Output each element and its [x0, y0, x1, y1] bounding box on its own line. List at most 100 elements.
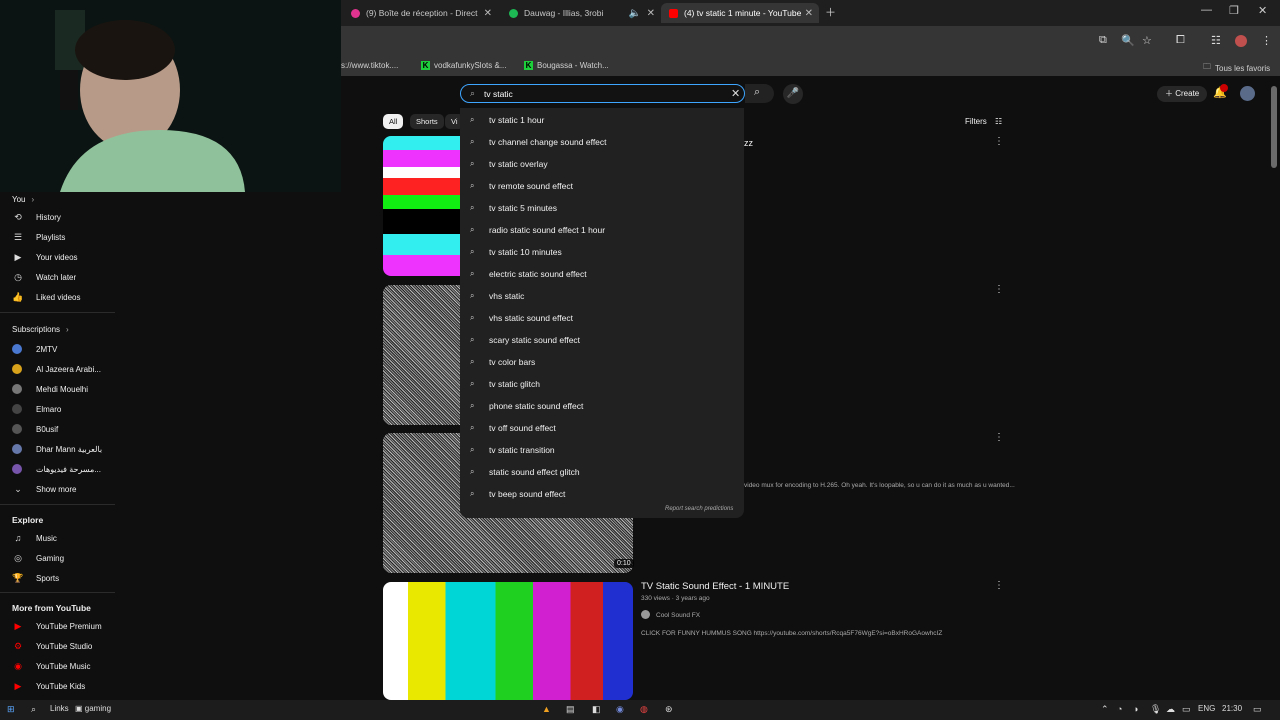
suggestion-item[interactable]: ⌕ vhs static — [470, 289, 524, 303]
clear-search-icon[interactable]: ✕ — [731, 87, 740, 100]
subscription-item[interactable]: مسرحة فيديوهات... — [12, 462, 101, 476]
speaker-icon[interactable]: 🔈 — [629, 8, 641, 19]
sidebar-item-premium[interactable]: ▶ YouTube Premium — [12, 619, 102, 633]
scrollbar[interactable] — [1271, 86, 1277, 168]
suggestion-item[interactable]: ⌕ tv static 5 minutes — [470, 201, 557, 215]
bookmark-item[interactable]: K vodkafunkySlots &... — [421, 61, 506, 70]
mic-icon[interactable]: 🎙 — [1150, 704, 1161, 715]
suggestion-item[interactable]: ⌕ tv channel change sound effect — [470, 135, 607, 149]
sidebar-item-sports[interactable]: 🏆 Sports — [12, 571, 59, 585]
more-options-icon[interactable]: ⋮ — [994, 580, 1004, 591]
all-bookmarks-folder[interactable]: 🗀 Tous les favoris — [1203, 61, 1270, 75]
restore-icon[interactable]: ❐ — [1229, 4, 1239, 17]
profile-avatar[interactable] — [1235, 35, 1247, 47]
tab-youtube[interactable]: (4) tv static 1 minute - YouTube ✕ — [661, 3, 819, 23]
close-tab-icon[interactable]: ✕ — [647, 8, 655, 19]
subscription-item[interactable]: 2MTV — [12, 342, 57, 356]
suggestion-item[interactable]: ⌕ scary static sound effect — [470, 333, 580, 347]
sidebar-item-studio[interactable]: ⚙ YouTube Studio — [12, 639, 92, 653]
video-thumbnail[interactable] — [383, 285, 461, 425]
chrome-icon[interactable]: ◍ — [640, 704, 648, 715]
search-icon[interactable]: ⌕ — [31, 704, 36, 715]
subscription-item[interactable]: Mehdi Mouelhi — [12, 382, 88, 396]
search-input[interactable]: ⌕ tv static ✕ — [460, 84, 745, 103]
tray-icon[interactable]: ◑ — [1133, 704, 1138, 714]
close-tab-icon[interactable]: ✕ — [805, 8, 813, 19]
report-predictions-link[interactable]: Report search predictions — [665, 506, 733, 512]
sidebar-item-gaming[interactable]: ◎ Gaming — [12, 551, 64, 565]
channel-avatar[interactable] — [641, 610, 650, 619]
tray-icon[interactable]: ◔ — [1117, 704, 1122, 714]
suggestion-item[interactable]: ⌕ tv remote sound effect — [470, 179, 573, 193]
network-icon[interactable]: ▭ — [1182, 704, 1191, 715]
filters-button[interactable]: Filters ☷ — [965, 117, 1002, 126]
close-window-icon[interactable]: ✕ — [1258, 4, 1267, 17]
sidebar-item-music-app[interactable]: ◉ YouTube Music — [12, 659, 91, 673]
suggestion-item[interactable]: ⌕ tv static 1 hour — [470, 113, 544, 127]
suggestion-item[interactable]: ⌕ tv off sound effect — [470, 421, 556, 435]
extensions-icon[interactable]: ⧠ — [1176, 34, 1185, 47]
video-title[interactable]: zz — [744, 138, 753, 148]
subscription-item[interactable]: Elmaro — [12, 402, 61, 416]
language-indicator[interactable]: ENG — [1198, 704, 1215, 713]
subscription-item[interactable]: Al Jazeera Arabi... — [12, 362, 101, 376]
taskbar-search-label[interactable]: Links — [50, 704, 69, 713]
more-options-icon[interactable]: ⋮ — [994, 136, 1004, 147]
zoom-icon[interactable]: 🔍 — [1121, 34, 1135, 47]
subscription-item[interactable]: Dhar Mann بالعربية — [12, 442, 102, 456]
channel-name[interactable]: Cool Sound FX — [656, 612, 700, 619]
file-explorer-icon[interactable]: ▤ — [566, 704, 575, 715]
tab-music[interactable]: Dauwag - Illias, 3robi 🔈 ✕ — [501, 3, 661, 23]
discord-icon[interactable]: ◉ — [616, 704, 624, 715]
clock[interactable]: 21:30 — [1222, 704, 1242, 713]
close-tab-icon[interactable]: ✕ — [484, 8, 492, 19]
suggestion-item[interactable]: ⌕ vhs static sound effect — [470, 311, 573, 325]
sidebar-item-your-videos[interactable]: ▶ Your videos — [12, 250, 78, 264]
suggestion-item[interactable]: ⌕ tv color bars — [470, 355, 535, 369]
sidebar-item-watch-later[interactable]: ◷ Watch later — [12, 270, 76, 284]
video-thumbnail[interactable] — [383, 136, 461, 276]
new-tab-icon[interactable]: ＋ — [825, 4, 836, 20]
taskbar-gaming-app[interactable]: ▣ gaming — [75, 704, 111, 713]
sidebar-item-kids[interactable]: ▶ YouTube Kids — [12, 679, 86, 693]
tab-inbox[interactable]: (9) Boîte de réception - Direct ✕ — [343, 3, 498, 23]
suggestion-item[interactable]: ⌕ tv static glitch — [470, 377, 540, 391]
sidebar-item-history[interactable]: ⟲ History — [12, 210, 61, 224]
more-options-icon[interactable]: ⋮ — [994, 432, 1004, 443]
suggestion-item[interactable]: ⌕ phone static sound effect — [470, 399, 583, 413]
windows-start-icon[interactable]: ⊞ — [7, 704, 15, 715]
sidebar-item-liked-videos[interactable]: 👍 Liked videos — [12, 290, 80, 304]
suggestion-item[interactable]: ⌕ electric static sound effect — [470, 267, 587, 281]
menu-icon[interactable]: ⋮ — [1261, 34, 1272, 47]
suggestion-item[interactable]: ⌕ tv static transition — [470, 443, 555, 457]
app-icon[interactable]: ◧ — [592, 704, 601, 715]
install-icon[interactable]: ⧉ — [1099, 34, 1107, 47]
notifications-icon[interactable]: ▭ — [1253, 704, 1262, 715]
suggestion-item[interactable]: ⌕ radio static sound effect 1 hour — [470, 223, 605, 237]
sidebar-item-playlists[interactable]: ☰ Playlists — [12, 230, 65, 244]
cloud-icon[interactable]: ☁ — [1166, 704, 1175, 715]
bookmark-item[interactable]: K Bougassa - Watch... — [524, 61, 609, 70]
more-options-icon[interactable]: ⋮ — [994, 284, 1004, 295]
sidebar-item-music[interactable]: ♫ Music — [12, 531, 57, 545]
voice-search-button[interactable]: 🎤 — [783, 84, 803, 104]
sidebar-subscriptions[interactable]: Subscriptions › — [12, 322, 69, 336]
subscription-item[interactable]: B0usif — [12, 422, 58, 436]
minimize-icon[interactable]: — — [1201, 4, 1212, 16]
chip-shorts[interactable]: Shorts — [410, 114, 444, 129]
sidepanel-icon[interactable]: ☷ — [1211, 34, 1221, 47]
bookmark-star-icon[interactable]: ☆ — [1142, 34, 1152, 47]
show-more-button[interactable]: ⌄ Show more — [12, 482, 76, 496]
search-button[interactable]: ⌕ — [745, 84, 774, 103]
chip-all[interactable]: All — [383, 114, 404, 129]
suggestion-item[interactable]: ⌕ tv static 10 minutes — [470, 245, 562, 259]
video-title[interactable]: TV Static Sound Effect - 1 MINUTE — [641, 581, 789, 592]
suggestion-item[interactable]: ⌕ tv static overlay — [470, 157, 548, 171]
chevron-up-icon[interactable]: ⌃ — [1101, 704, 1109, 715]
app-icon[interactable]: ▲ — [542, 704, 551, 714]
bookmark-item[interactable]: s://www.tiktok.... — [341, 61, 398, 70]
create-button[interactable]: ＋ Create — [1157, 86, 1208, 102]
suggestion-item[interactable]: ⌕ tv beep sound effect — [470, 487, 565, 501]
suggestion-item[interactable]: ⌕ static sound effect glitch — [470, 465, 580, 479]
app-icon[interactable]: ⊛ — [665, 704, 673, 715]
